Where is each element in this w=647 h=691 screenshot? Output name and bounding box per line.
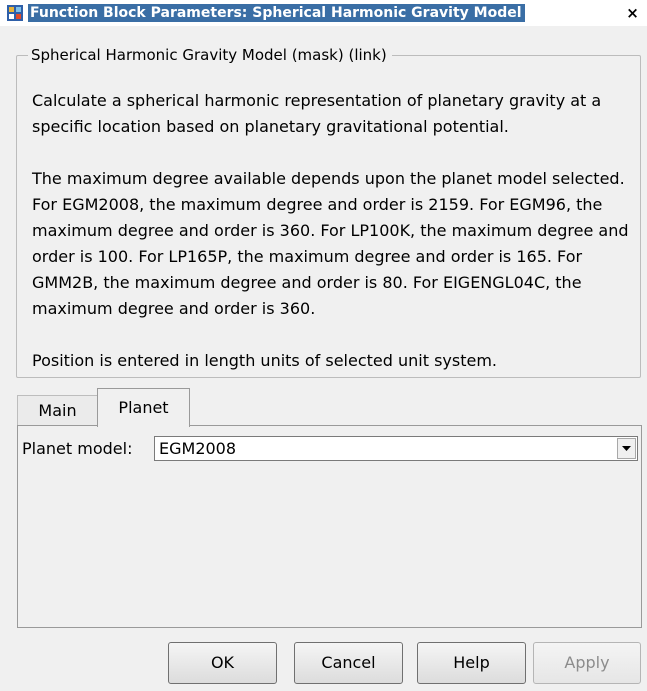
planet-model-value: EGM2008 bbox=[159, 439, 237, 458]
planet-model-dropdown[interactable]: EGM2008 bbox=[154, 436, 638, 461]
ok-button[interactable]: OK bbox=[168, 642, 277, 684]
apply-button[interactable]: Apply bbox=[533, 642, 641, 684]
window-title: Function Block Parameters: Spherical Har… bbox=[28, 4, 525, 22]
description-paragraph: The maximum degree available depends upo… bbox=[32, 169, 629, 318]
chevron-down-icon[interactable] bbox=[617, 438, 636, 459]
close-icon[interactable]: × bbox=[624, 4, 641, 22]
description-paragraph: Position is entered in length units of s… bbox=[32, 351, 497, 370]
description-paragraph: Calculate a spherical harmonic represent… bbox=[32, 91, 602, 136]
tab-planet[interactable]: Planet bbox=[97, 388, 190, 427]
simulink-block-icon bbox=[7, 5, 23, 21]
help-button[interactable]: Help bbox=[417, 642, 526, 684]
planet-model-label: Planet model: bbox=[22, 439, 133, 458]
mask-description: Calculate a spherical harmonic represent… bbox=[32, 88, 642, 374]
cancel-button[interactable]: Cancel bbox=[294, 642, 403, 684]
group-legend: Spherical Harmonic Gravity Model (mask) … bbox=[28, 45, 392, 65]
title-bar[interactable]: Function Block Parameters: Spherical Har… bbox=[0, 0, 647, 26]
tab-main[interactable]: Main bbox=[17, 395, 98, 427]
